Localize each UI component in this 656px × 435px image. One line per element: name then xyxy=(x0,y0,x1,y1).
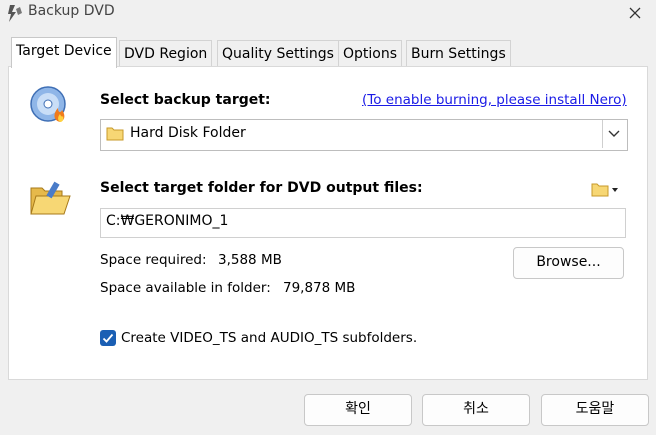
tab-options[interactable]: Options xyxy=(338,40,403,67)
tab-target-device[interactable]: Target Device xyxy=(11,37,117,68)
target-folder-label: Select target folder for DVD output file… xyxy=(100,180,423,196)
checkmark-icon xyxy=(102,333,114,343)
space-available-label: Space available in folder: xyxy=(100,280,271,296)
combo-divider xyxy=(602,120,603,148)
chevron-down-icon[interactable] xyxy=(606,125,622,141)
target-folder-path-value: C:₩GERONIMO_1 xyxy=(106,213,229,229)
close-icon[interactable] xyxy=(624,2,646,24)
space-required-label: Space required: xyxy=(100,252,207,268)
folder-icon xyxy=(106,127,124,141)
open-folder-icon xyxy=(30,181,71,215)
cancel-button[interactable]: 취소 xyxy=(422,394,530,426)
tab-burn-settings[interactable]: Burn Settings xyxy=(406,40,511,67)
backup-target-label: Select backup target: xyxy=(100,92,271,108)
browse-button[interactable]: Browse... xyxy=(513,247,624,279)
tab-dvd-region[interactable]: DVD Region xyxy=(119,40,213,67)
folder-dropdown-icon[interactable] xyxy=(591,181,621,197)
backup-target-value: Hard Disk Folder xyxy=(130,125,246,141)
dvd-burn-icon xyxy=(30,86,66,122)
space-available-value: 79,878 MB xyxy=(283,280,356,296)
tab-quality-settings[interactable]: Quality Settings xyxy=(217,40,339,67)
subfolders-label: Create VIDEO_TS and AUDIO_TS subfolders. xyxy=(121,330,418,346)
dvd-app-icon xyxy=(8,5,22,22)
space-required-value: 3,588 MB xyxy=(218,252,282,268)
ok-button[interactable]: 확인 xyxy=(304,394,412,426)
install-nero-link[interactable]: (To enable burning, please install Nero) xyxy=(362,92,627,108)
help-button[interactable]: 도움말 xyxy=(541,394,649,426)
window-title: Backup DVD xyxy=(28,3,115,19)
